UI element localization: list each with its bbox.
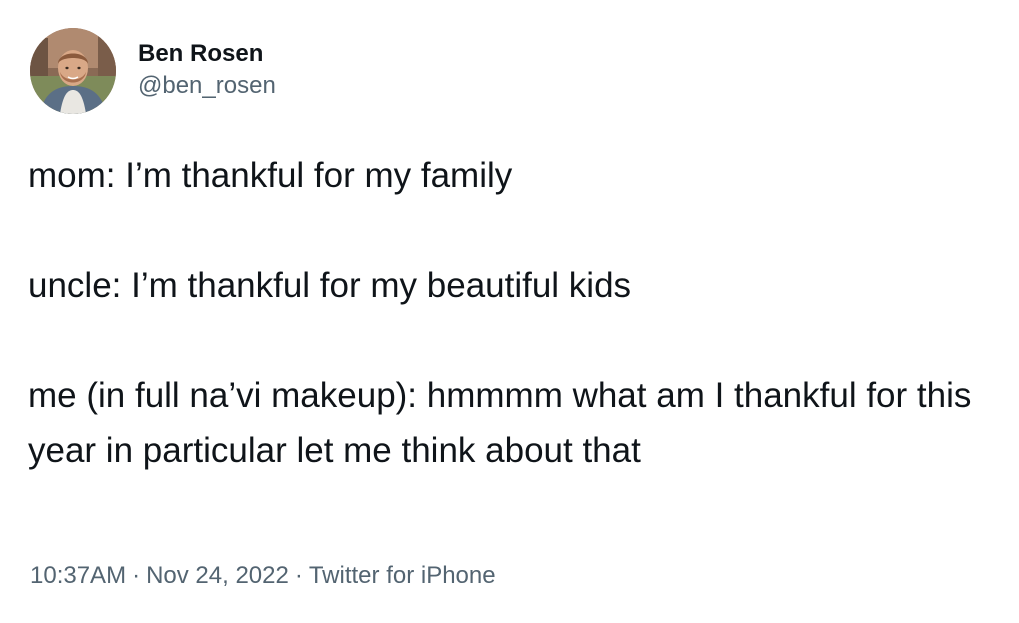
tweet-meta: 10:37AM · Nov 24, 2022 · Twitter for iPhone bbox=[30, 560, 496, 592]
author-handle[interactable]: @ben_rosen bbox=[138, 69, 276, 103]
meta-separator: · bbox=[294, 562, 303, 589]
tweet-time[interactable]: 10:37AM bbox=[30, 562, 126, 589]
tweet-paragraph: me (in full na’vi makeup): hmmmm what am… bbox=[28, 376, 972, 470]
profile-photo-icon bbox=[30, 28, 116, 114]
tweet-paragraph: mom: I’m thankful for my family bbox=[28, 156, 513, 195]
avatar[interactable] bbox=[30, 28, 116, 114]
tweet-text: mom: I’m thankful for my family uncle: I… bbox=[28, 148, 988, 478]
tweet-header: Ben Rosen @ben_rosen bbox=[30, 28, 276, 114]
tweet-date[interactable]: Nov 24, 2022 bbox=[146, 562, 289, 589]
tweet-paragraph: uncle: I’m thankful for my beautiful kid… bbox=[28, 266, 632, 305]
tweet-card: Ben Rosen @ben_rosen mom: I’m thankful f… bbox=[0, 0, 1019, 623]
author-names: Ben Rosen @ben_rosen bbox=[138, 39, 276, 103]
meta-separator: · bbox=[132, 562, 141, 589]
tweet-source[interactable]: Twitter for iPhone bbox=[309, 562, 496, 589]
author-display-name[interactable]: Ben Rosen bbox=[138, 39, 276, 69]
